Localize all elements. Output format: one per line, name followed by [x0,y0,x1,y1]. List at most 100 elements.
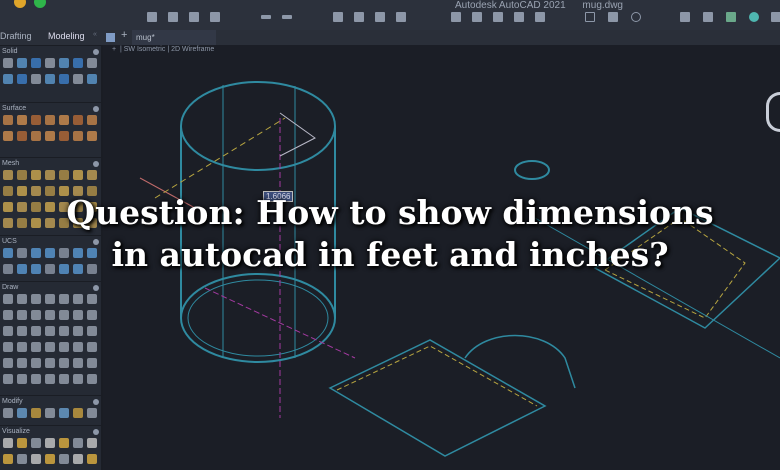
tool-icon[interactable] [31,131,41,141]
new-file-icon[interactable] [147,12,157,22]
tool-icon[interactable] [31,408,41,418]
properties-icon[interactable] [514,12,524,22]
tool-icon[interactable] [31,74,41,84]
section-options-icon[interactable] [93,161,99,167]
tool-icon[interactable] [45,294,55,304]
tool-icon[interactable] [59,74,69,84]
layer-icon[interactable] [493,12,503,22]
tool-icon[interactable] [87,438,97,448]
tool-icon[interactable] [59,358,69,368]
viewport-controls[interactable]: + | SW Isometric | 2D Wireframe [112,46,214,53]
tool-icon[interactable] [45,74,55,84]
tool-icon[interactable] [17,294,27,304]
tool-icon[interactable] [45,115,55,125]
minimize-window-button[interactable] [14,0,26,8]
section-options-icon[interactable] [93,399,99,405]
block-icon[interactable] [703,12,713,22]
tool-icon[interactable] [31,294,41,304]
tool-icon[interactable] [3,408,13,418]
open-file-icon[interactable] [168,12,178,22]
tool-icon[interactable] [3,131,13,141]
tool-icon[interactable] [17,58,27,68]
tool-icon[interactable] [45,358,55,368]
tool-icon[interactable] [17,374,27,384]
layout-icon[interactable] [472,12,482,22]
tool-icon[interactable] [31,310,41,320]
save-icon[interactable] [189,12,199,22]
tool-icon[interactable] [31,454,41,464]
file-info-icon[interactable] [771,12,780,22]
tool-icon[interactable] [45,131,55,141]
tool-icon[interactable] [3,454,13,464]
tool-icon[interactable] [3,438,13,448]
save-as-icon[interactable] [210,12,220,22]
match-properties-icon[interactable] [680,12,690,22]
tool-icon[interactable] [17,342,27,352]
tool-icon[interactable] [73,342,83,352]
drawing-list-icon[interactable] [106,33,115,42]
export-icon[interactable] [396,12,406,22]
section-options-icon[interactable] [93,285,99,291]
tool-icon[interactable] [45,408,55,418]
tool-icon[interactable] [73,408,83,418]
tool-icon[interactable] [17,408,27,418]
tool-icon[interactable] [59,408,69,418]
tool-icon[interactable] [87,408,97,418]
undo-icon[interactable] [261,15,271,19]
tool-icon[interactable] [59,326,69,336]
tool-icon[interactable] [45,170,55,180]
tool-icon[interactable] [59,131,69,141]
tool-icon[interactable] [59,454,69,464]
tool-icon[interactable] [3,58,13,68]
tool-icon[interactable] [3,310,13,320]
tool-icon[interactable] [87,326,97,336]
tool-icon[interactable] [87,374,97,384]
tool-icon[interactable] [17,454,27,464]
section-options-icon[interactable] [93,49,99,55]
tool-icon[interactable] [87,58,97,68]
tab-drafting[interactable]: Drafting [0,31,32,41]
document-tab-mug[interactable]: mug* [132,30,216,45]
tool-icon[interactable] [31,374,41,384]
view-name[interactable]: SW Isometric [124,46,166,53]
tool-icon[interactable] [45,58,55,68]
tool-icon[interactable] [73,310,83,320]
tool-icon[interactable] [73,358,83,368]
tool-icon[interactable] [3,115,13,125]
orbit-icon[interactable] [631,12,641,22]
tool-icon[interactable] [87,342,97,352]
plot-icon[interactable] [354,12,364,22]
tool-icon[interactable] [45,342,55,352]
tool-icon[interactable] [45,438,55,448]
tool-icon[interactable] [3,358,13,368]
tool-icon[interactable] [17,170,27,180]
tool-icon[interactable] [3,294,13,304]
tool-icon[interactable] [59,170,69,180]
tool-icon[interactable] [17,310,27,320]
tool-icon[interactable] [59,438,69,448]
publish-icon[interactable] [375,12,385,22]
tool-icon[interactable] [45,374,55,384]
xref-icon[interactable] [726,12,736,22]
tool-icon[interactable] [59,374,69,384]
tool-icon[interactable] [17,358,27,368]
tool-icon[interactable] [73,58,83,68]
pan-icon[interactable] [608,12,618,22]
tool-icon[interactable] [73,115,83,125]
tool-icon[interactable] [59,58,69,68]
share-icon[interactable] [749,12,759,22]
new-tab-icon[interactable]: + [121,29,127,41]
tool-icon[interactable] [87,454,97,464]
tool-icon[interactable] [31,342,41,352]
tool-icon[interactable] [59,115,69,125]
section-options-icon[interactable] [93,106,99,112]
viewcube-icon[interactable] [766,92,780,132]
tool-icon[interactable] [73,438,83,448]
tool-icon[interactable] [17,131,27,141]
tool-icon[interactable] [3,74,13,84]
tool-icon[interactable] [17,115,27,125]
tool-icon[interactable] [31,358,41,368]
tool-icon[interactable] [87,170,97,180]
tool-icon[interactable] [73,74,83,84]
sheet-icon[interactable] [451,12,461,22]
